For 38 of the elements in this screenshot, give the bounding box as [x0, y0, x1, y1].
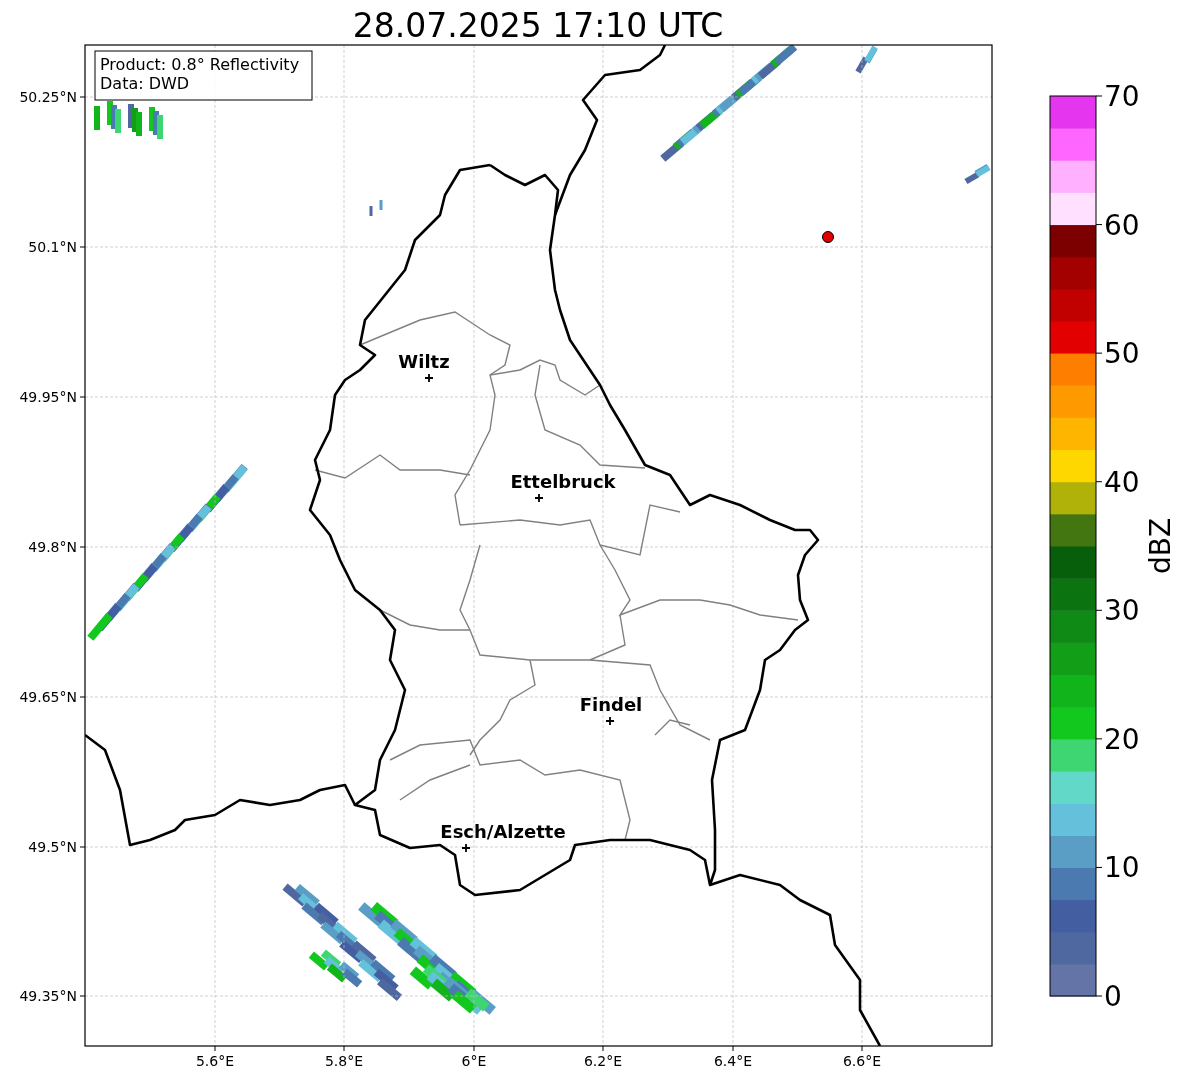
city-label: Esch/Alzette	[440, 821, 566, 842]
axis-tick-label: 49.95°N	[19, 389, 77, 405]
city-marker-icon	[605, 716, 615, 726]
legend-text: Data: DWD	[100, 74, 190, 93]
axis-tick-label: 5.6°E	[195, 1053, 235, 1069]
axis-tick-label: 6.6°E	[842, 1053, 882, 1069]
axis-tick-label: 6°E	[461, 1053, 487, 1069]
legend-text: Product: 0.8° Reflectivity	[100, 55, 300, 74]
axis-tick-label: 6.4°E	[713, 1053, 753, 1069]
radar-echo-drawing	[855, 45, 878, 74]
axis-tick-label: 49.35°N	[19, 988, 77, 1004]
location-marker-icon	[822, 231, 834, 243]
colorbar-tick-label: 70	[1104, 80, 1140, 113]
radar-echo-drawing	[94, 101, 163, 139]
city-label: Findel	[579, 694, 643, 715]
axis-tick-label: 5.8°E	[324, 1053, 364, 1069]
colorbar-tick-label: 50	[1104, 337, 1140, 371]
radar-echo-drawing	[369, 200, 383, 216]
city-marker-icon	[461, 843, 471, 853]
axis-tick-label: 50.1°N	[28, 239, 77, 255]
city-label: Wiltz	[398, 351, 450, 372]
colorbar-tick-label: 30	[1104, 594, 1140, 628]
axis-tick-label: 49.5°N	[28, 839, 77, 855]
colorbar-tick-label: 0	[1104, 980, 1122, 1013]
axis-tick-label: 49.8°N	[28, 539, 77, 555]
axis-tick-label: 6.2°E	[583, 1053, 623, 1069]
colorbar-tick-label: 40	[1104, 465, 1140, 499]
colorbar-label: dBZ	[1144, 517, 1177, 575]
colorbar-tick-label: 20	[1104, 722, 1140, 756]
radar-echo-drawing	[964, 163, 991, 185]
colorbar-tick-label: 10	[1104, 851, 1140, 885]
colorbar-tick-label: 60	[1104, 208, 1140, 242]
city-marker-icon	[534, 493, 544, 503]
city-label: Ettelbruck	[510, 471, 616, 492]
axis-tick-label: 50.25°N	[19, 89, 77, 105]
axis-tick-label: 49.65°N	[19, 689, 77, 705]
city-marker-icon	[424, 373, 434, 383]
chart-title: 28.07.2025 17:10 UTC	[352, 6, 724, 45]
